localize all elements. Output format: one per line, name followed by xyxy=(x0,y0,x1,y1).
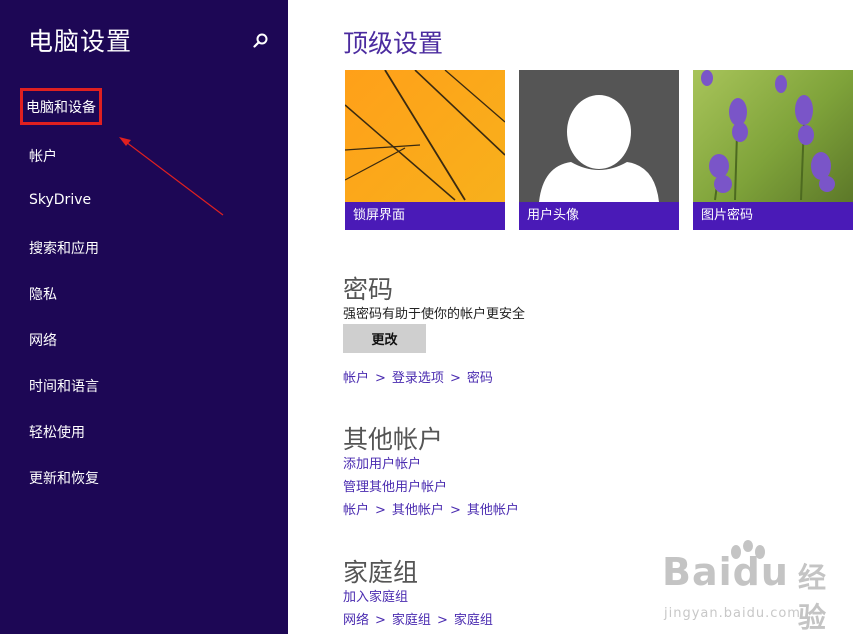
sidebar-item-label: 帐户 xyxy=(29,149,57,165)
breadcrumb-separator: > xyxy=(375,613,386,628)
tile-picture-password[interactable]: 图片密码 xyxy=(693,70,853,230)
sidebar-item-label: 网络 xyxy=(29,333,57,349)
watermark-jingyan: 经验 xyxy=(798,561,827,634)
sidebar-item-label: 更新和恢复 xyxy=(29,471,99,487)
watermark-url: jingyan.baidu.com xyxy=(664,606,801,621)
add-user-account-link[interactable]: 添加用户帐户 xyxy=(343,453,421,472)
breadcrumb-link[interactable]: 帐户 xyxy=(343,503,369,518)
breadcrumb: 网络 > 家庭组 > 家庭组 xyxy=(343,609,493,628)
sidebar-item-pc-and-devices[interactable]: 电脑和设备 xyxy=(20,88,102,125)
page-title: 顶级设置 xyxy=(343,29,444,58)
watermark-brand: Baidu xyxy=(662,550,789,594)
breadcrumb-link[interactable]: 其他帐户 xyxy=(392,503,444,518)
sidebar-item-label: 时间和语言 xyxy=(29,379,99,395)
section-title-other-accounts: 其他帐户 xyxy=(343,425,444,454)
manage-other-accounts-link[interactable]: 管理其他用户帐户 xyxy=(343,476,447,495)
breadcrumb-link[interactable]: 家庭组 xyxy=(392,613,431,628)
breadcrumb-link[interactable]: 登录选项 xyxy=(392,371,444,386)
breadcrumb-separator: > xyxy=(375,503,386,518)
breadcrumb-separator: > xyxy=(436,613,448,628)
search-icon[interactable] xyxy=(252,32,270,50)
sidebar: 电脑设置 电脑和设备 帐户 SkyDrive 搜索和应用 隐私 网络 时间和语言… xyxy=(0,0,288,634)
section-title-homegroup: 家庭组 xyxy=(343,558,419,587)
sidebar-title: 电脑设置 xyxy=(28,27,133,56)
breadcrumb-separator: > xyxy=(449,503,461,518)
main-content: 顶级设置 锁屏界面 用户头像 图片密码 密码 强密码有助于使你的帐户更安全 更改… xyxy=(288,0,862,634)
tile-user-avatar[interactable]: 用户头像 xyxy=(519,70,679,230)
breadcrumb: 帐户 > 登录选项 > 密码 xyxy=(343,367,493,386)
breadcrumb-link[interactable]: 网络 xyxy=(343,613,369,628)
change-password-button[interactable]: 更改 xyxy=(343,324,426,353)
sidebar-item-privacy[interactable]: 隐私 xyxy=(29,284,57,304)
sidebar-item-label: 轻松使用 xyxy=(29,425,85,441)
sidebar-item-time-and-language[interactable]: 时间和语言 xyxy=(29,376,99,396)
breadcrumb-link[interactable]: 帐户 xyxy=(343,371,369,386)
sidebar-item-label: 搜索和应用 xyxy=(29,241,99,257)
sidebar-item-label: 隐私 xyxy=(29,287,57,303)
breadcrumb-link[interactable]: 其他帐户 xyxy=(467,503,519,518)
tile-label: 图片密码 xyxy=(693,202,853,230)
breadcrumb: 帐户 > 其他帐户 > 其他帐户 xyxy=(343,499,519,518)
sidebar-item-network[interactable]: 网络 xyxy=(29,330,57,350)
breadcrumb-separator: > xyxy=(449,371,461,386)
breadcrumb-link[interactable]: 家庭组 xyxy=(454,613,493,628)
breadcrumb-link[interactable]: 密码 xyxy=(467,371,493,386)
tile-lock-screen[interactable]: 锁屏界面 xyxy=(345,70,505,230)
tile-label: 锁屏界面 xyxy=(345,202,505,230)
sidebar-item-search-and-apps[interactable]: 搜索和应用 xyxy=(29,238,99,258)
sidebar-item-label: SkyDrive xyxy=(29,192,92,208)
section-title-password: 密码 xyxy=(343,275,394,304)
sidebar-item-update-and-recovery[interactable]: 更新和恢复 xyxy=(29,468,99,488)
sidebar-item-ease-of-access[interactable]: 轻松使用 xyxy=(29,422,85,442)
sidebar-item-label: 电脑和设备 xyxy=(26,99,96,116)
sidebar-item-accounts[interactable]: 帐户 xyxy=(29,146,57,166)
baidu-jingyan-watermark: Baidu 经验 jingyan.baidu.com xyxy=(660,540,850,634)
breadcrumb-separator: > xyxy=(375,371,386,386)
password-description: 强密码有助于使你的帐户更安全 xyxy=(343,307,526,322)
sidebar-item-skydrive[interactable]: SkyDrive xyxy=(29,192,91,208)
tile-label: 用户头像 xyxy=(519,202,679,230)
join-homegroup-link[interactable]: 加入家庭组 xyxy=(343,586,408,605)
